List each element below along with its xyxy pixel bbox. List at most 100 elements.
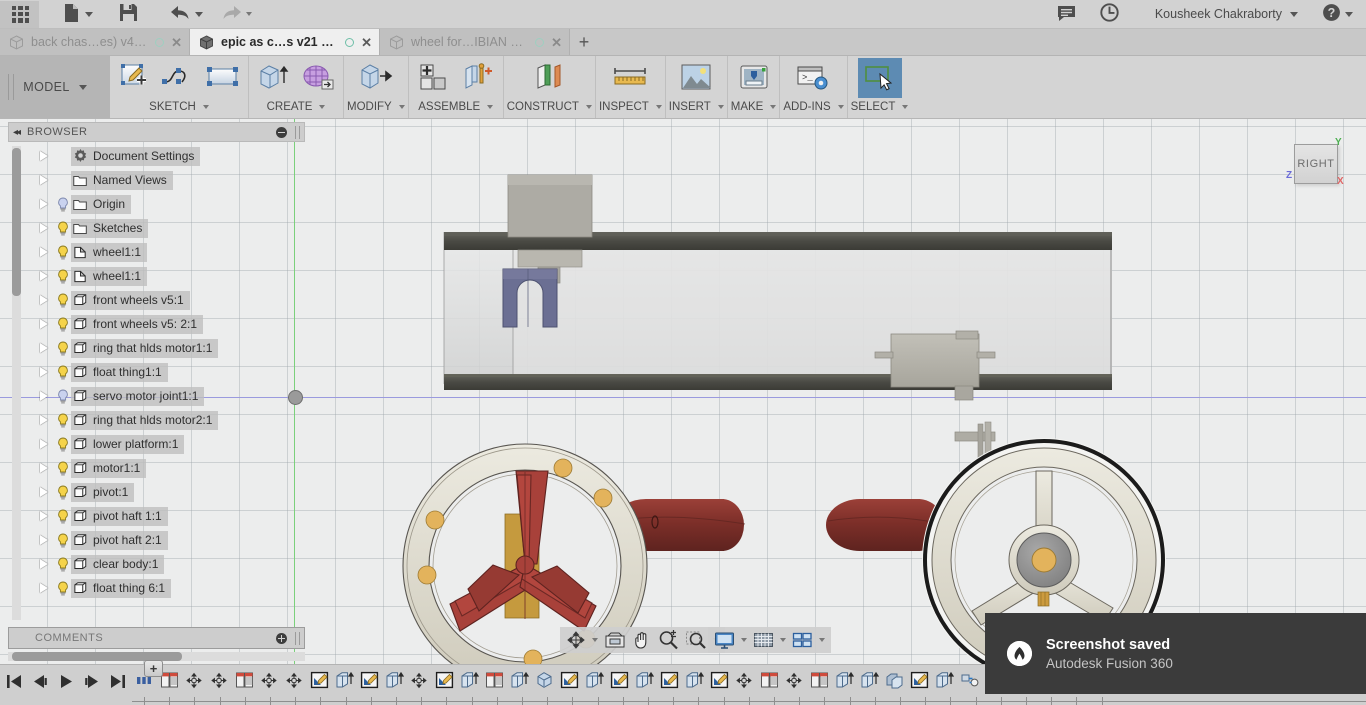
timeline-feature-joint[interactable] xyxy=(282,669,306,695)
close-icon[interactable]: ✕ xyxy=(171,36,182,49)
app-grid-button[interactable] xyxy=(0,0,39,28)
browser-item-named-views[interactable]: Named Views xyxy=(8,168,305,192)
browser-item-body[interactable]: wheel1:1 xyxy=(71,266,148,286)
visibility-bulb-icon[interactable] xyxy=(54,293,71,308)
document-sync-icon[interactable] xyxy=(535,37,545,47)
timeline-feature-joint[interactable] xyxy=(257,669,281,695)
browser-item-body[interactable]: front wheels v5: 2:1 xyxy=(71,314,204,334)
3d-print-button[interactable] xyxy=(732,58,776,98)
redo-button[interactable] xyxy=(216,1,257,28)
new-component-button[interactable] xyxy=(412,58,456,98)
expand-arrow-icon[interactable] xyxy=(40,175,48,185)
save-button[interactable] xyxy=(114,1,143,28)
timeline-feature-extrude[interactable] xyxy=(382,669,406,695)
sketch-rectangle-button[interactable] xyxy=(201,58,245,98)
browser-tree[interactable]: Document Settings Named Views Origin Sketch… xyxy=(8,144,305,622)
expand-arrow-icon[interactable] xyxy=(40,535,48,545)
drag-grip-icon[interactable] xyxy=(295,631,300,645)
timeline-feature-sketch-edit[interactable] xyxy=(557,669,581,695)
timeline-feature-component[interactable] xyxy=(532,669,556,695)
browser-item-servo-motor-joint1-1[interactable]: servo motor joint1:1 xyxy=(8,384,305,408)
browser-item-pivot-haft-2-1[interactable]: pivot haft 2:1 xyxy=(8,528,305,552)
create-sketch-button[interactable] xyxy=(113,58,157,98)
visibility-bulb-icon[interactable] xyxy=(54,269,71,284)
browser-item-float-thing1-1[interactable]: float thing1:1 xyxy=(8,360,305,384)
browser-item-body[interactable]: wheel1:1 xyxy=(71,242,148,262)
select-tool-button[interactable] xyxy=(857,58,902,98)
timeline-marker[interactable]: + xyxy=(144,660,163,677)
browser-item-clear-body-1[interactable]: clear body:1 xyxy=(8,552,305,576)
comments-button[interactable] xyxy=(1052,1,1081,28)
browser-item-body[interactable]: lower platform:1 xyxy=(71,434,185,454)
document-sync-icon[interactable] xyxy=(345,37,355,47)
browser-item-body[interactable]: clear body:1 xyxy=(71,554,165,574)
browser-item-sketches[interactable]: Sketches xyxy=(8,216,305,240)
browser-item-wheel1-1[interactable]: wheel1:1 xyxy=(8,264,305,288)
expand-arrow-icon[interactable] xyxy=(40,439,48,449)
visibility-bulb-icon[interactable] xyxy=(54,317,71,332)
browser-item-pivot-1[interactable]: pivot:1 xyxy=(8,480,305,504)
timeline-feature-joint[interactable] xyxy=(407,669,431,695)
visibility-bulb-icon[interactable] xyxy=(54,365,71,380)
timeline-feature-sketch-solid[interactable] xyxy=(232,669,256,695)
scripts-addins-button[interactable]: >_ xyxy=(791,58,835,98)
workspace-switcher[interactable]: MODEL xyxy=(0,56,110,118)
ribbon-group-label[interactable]: INSPECT xyxy=(599,98,662,116)
help-button[interactable]: ? xyxy=(1317,1,1358,28)
browser-item-body[interactable]: pivot haft 2:1 xyxy=(71,530,168,550)
browser-item-body[interactable]: float thing1:1 xyxy=(71,362,168,382)
timeline-feature-joint[interactable] xyxy=(207,669,231,695)
display-settings-button[interactable] xyxy=(711,628,750,652)
browser-item-ring-that-hlds-motor1-1[interactable]: ring that hlds motor1:1 xyxy=(8,336,305,360)
step-back-button[interactable] xyxy=(32,673,48,689)
visibility-bulb-icon[interactable] xyxy=(54,533,71,548)
timeline-feature-joint[interactable] xyxy=(182,669,206,695)
expand-arrow-icon[interactable] xyxy=(40,271,48,281)
minimize-icon[interactable] xyxy=(276,126,287,138)
browser-item-body[interactable]: float thing 6:1 xyxy=(71,578,172,598)
visibility-bulb-icon[interactable] xyxy=(54,557,71,572)
timeline-feature-extrude[interactable] xyxy=(682,669,706,695)
browser-item-wheel1-1[interactable]: wheel1:1 xyxy=(8,240,305,264)
collapse-icon[interactable]: ◂◂ xyxy=(13,127,21,138)
document-tab-1[interactable]: epic as c…s v21 v2* ✕ xyxy=(190,29,380,55)
expand-arrow-icon[interactable] xyxy=(40,511,48,521)
orbit-button[interactable] xyxy=(563,628,601,652)
step-forward-button[interactable] xyxy=(84,673,100,689)
document-tab-2[interactable]: wheel for…IBIAN v5* ✕ xyxy=(380,29,570,55)
timeline-feature-sketch-solid[interactable] xyxy=(807,669,831,695)
timeline-feature-extrude[interactable] xyxy=(507,669,531,695)
browser-item-float-thing-6-1[interactable]: float thing 6:1 xyxy=(8,576,305,600)
timeline-feature-joint[interactable] xyxy=(782,669,806,695)
timeline-feature-combine[interactable] xyxy=(882,669,906,695)
timeline-feature-sketch-edit[interactable] xyxy=(657,669,681,695)
ribbon-group-label[interactable]: MODIFY xyxy=(347,98,405,116)
close-icon[interactable]: ✕ xyxy=(551,36,562,49)
timeline-feature-sketch-edit[interactable] xyxy=(607,669,631,695)
toast-notification[interactable]: Screenshot saved Autodesk Fusion 360 xyxy=(985,613,1366,694)
browser-item-pivot-haft-1-1[interactable]: pivot haft 1:1 xyxy=(8,504,305,528)
timeline-feature-sketch-edit[interactable] xyxy=(357,669,381,695)
timeline-feature-rigid-group[interactable] xyxy=(957,669,981,695)
play-button[interactable] xyxy=(58,673,74,689)
expand-arrow-icon[interactable] xyxy=(40,463,48,473)
measure-button[interactable] xyxy=(608,58,652,98)
expand-arrow-icon[interactable] xyxy=(40,319,48,329)
browser-item-body[interactable]: ring that hlds motor2:1 xyxy=(71,410,219,430)
grid-snaps-button[interactable] xyxy=(750,628,789,652)
ribbon-group-label[interactable]: CREATE xyxy=(267,98,326,116)
view-cube-face[interactable]: RIGHT xyxy=(1294,144,1338,184)
timeline-feature-sketch-edit[interactable] xyxy=(907,669,931,695)
zoom-button[interactable] xyxy=(655,628,682,652)
expand-arrow-icon[interactable] xyxy=(40,487,48,497)
browser-item-body[interactable]: Named Views xyxy=(71,170,173,190)
expand-arrow-icon[interactable] xyxy=(40,343,48,353)
viewports-button[interactable] xyxy=(789,628,828,652)
pan-button[interactable] xyxy=(629,628,655,652)
ribbon-group-label[interactable]: MAKE xyxy=(731,98,777,116)
browser-item-ring-that-hlds-motor2-1[interactable]: ring that hlds motor2:1 xyxy=(8,408,305,432)
browser-item-body[interactable]: motor1:1 xyxy=(71,458,147,478)
browser-item-front-wheels-v5-2-1[interactable]: front wheels v5: 2:1 xyxy=(8,312,305,336)
ribbon-group-label[interactable]: INSERT xyxy=(669,98,724,116)
close-icon[interactable]: ✕ xyxy=(361,36,372,49)
